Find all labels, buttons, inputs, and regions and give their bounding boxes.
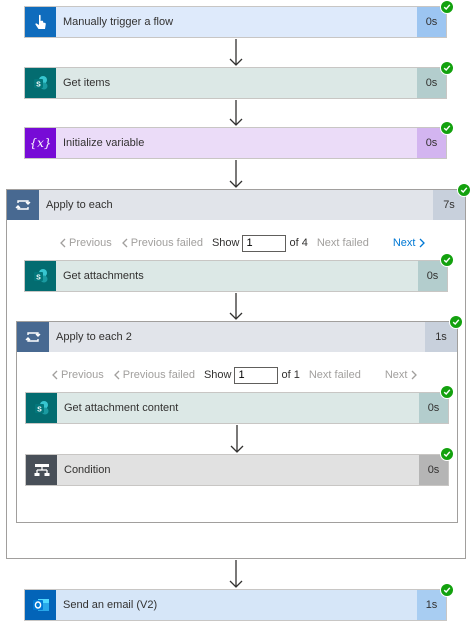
next-link[interactable]: Next <box>393 237 427 249</box>
step-initialize-variable[interactable]: {x} Initialize variable 0s <box>24 127 447 159</box>
success-check-icon <box>440 583 454 597</box>
step-get-attachment-content[interactable]: S Get attachment content 0s <box>25 392 449 424</box>
svg-text:S: S <box>36 81 41 88</box>
step-condition[interactable]: Condition 0s <box>25 454 449 486</box>
step-title: Get attachment content <box>64 402 179 414</box>
outer-loop-pager: Previous Previous failed Show of 4 Next … <box>59 234 426 252</box>
loop-apply-to-each: Apply to each 7s Previous Previous faile… <box>6 189 466 559</box>
success-check-icon <box>440 0 454 14</box>
sharepoint-icon: S <box>25 68 56 98</box>
next-link[interactable]: Next <box>385 369 419 381</box>
page-count: of 1 <box>281 369 300 381</box>
show-label: Show <box>203 369 232 381</box>
down-arrow-icon <box>229 293 243 320</box>
variable-icon: {x} <box>25 128 56 158</box>
chevron-right-icon <box>419 238 426 248</box>
chevron-left-icon <box>121 238 128 248</box>
svg-text:S: S <box>37 406 42 413</box>
next-failed-link[interactable]: Next failed <box>309 369 361 381</box>
chevron-right-icon <box>411 370 418 380</box>
success-check-icon <box>440 253 454 267</box>
step-title: Manually trigger a flow <box>63 16 174 28</box>
previous-link[interactable]: Previous <box>59 237 112 249</box>
step-get-items[interactable]: S Get items 0s <box>24 67 447 99</box>
inner-loop-pager: Previous Previous failed Show of 1 Next … <box>51 366 418 384</box>
step-title: Get items <box>63 77 111 89</box>
loop-icon <box>7 190 39 220</box>
success-check-icon <box>440 61 454 75</box>
step-get-attachments[interactable]: S Get attachments 0s <box>24 260 448 292</box>
page-number-input[interactable] <box>234 366 279 384</box>
loop-header[interactable]: Apply to each 2 1s <box>17 322 457 352</box>
sharepoint-icon: S <box>25 261 56 291</box>
down-arrow-icon <box>229 160 243 188</box>
svg-text:S: S <box>36 274 41 281</box>
condition-icon <box>26 455 57 485</box>
success-check-icon <box>449 315 463 329</box>
step-send-an-email[interactable]: Send an email (V2) 1s <box>24 589 447 621</box>
sharepoint-icon: S <box>26 393 57 423</box>
page-number-input[interactable] <box>242 234 287 252</box>
loop-header[interactable]: Apply to each 7s <box>7 190 465 220</box>
loop-title: Apply to each 2 <box>56 331 132 343</box>
chevron-left-icon <box>113 370 120 380</box>
chevron-left-icon <box>60 238 66 248</box>
outlook-icon <box>25 590 56 620</box>
step-manually-trigger-a-flow[interactable]: Manually trigger a flow 0s <box>24 6 447 38</box>
down-arrow-icon <box>230 425 244 453</box>
success-check-icon <box>440 447 454 461</box>
loop-title: Apply to each <box>46 199 113 211</box>
down-arrow-icon <box>229 560 243 588</box>
step-title: Condition <box>64 464 111 476</box>
previous-failed-link[interactable]: Previous failed <box>113 369 195 381</box>
chevron-left-icon <box>52 370 58 380</box>
show-label: Show <box>211 237 240 249</box>
previous-failed-link[interactable]: Previous failed <box>121 237 203 249</box>
step-title: Get attachments <box>63 270 144 282</box>
page-count: of 4 <box>289 237 308 249</box>
hand-touch-icon <box>25 7 56 37</box>
loop-icon <box>17 322 49 352</box>
success-check-icon <box>457 183 471 197</box>
success-check-icon <box>440 121 454 135</box>
step-title: Send an email (V2) <box>63 599 158 611</box>
loop-apply-to-each-2: Apply to each 2 1s Previous Previous fai… <box>16 321 458 523</box>
success-check-icon <box>440 385 454 399</box>
previous-link[interactable]: Previous <box>51 369 104 381</box>
next-failed-link[interactable]: Next failed <box>317 237 369 249</box>
down-arrow-icon <box>229 100 243 126</box>
down-arrow-icon <box>229 39 243 66</box>
step-title: Initialize variable <box>63 137 145 149</box>
